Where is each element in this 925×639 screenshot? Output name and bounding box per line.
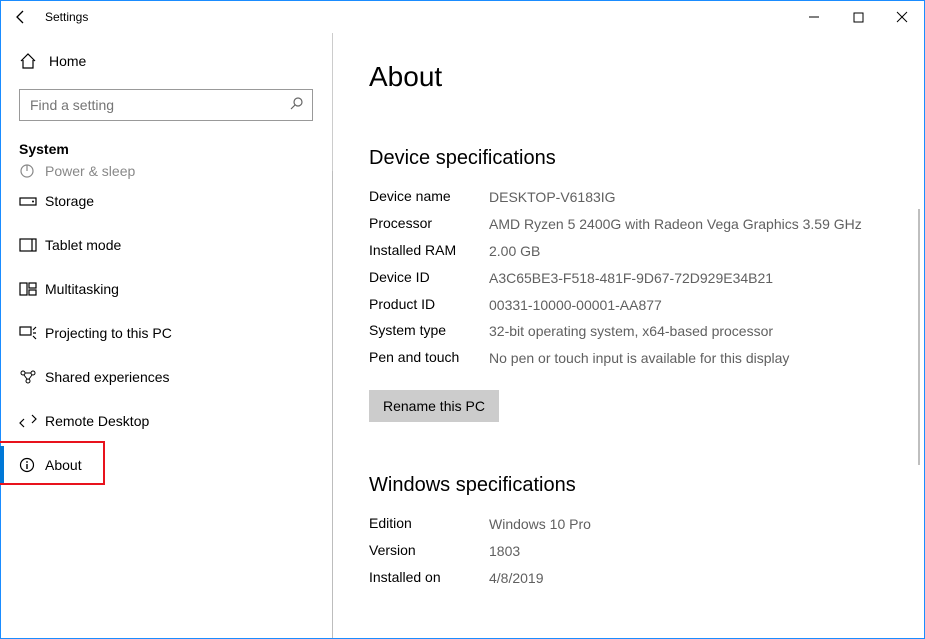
spec-value: Windows 10 Pro bbox=[489, 515, 888, 534]
scroll-indicator[interactable] bbox=[918, 209, 920, 465]
sidebar-item-power-sleep[interactable]: Power & sleep bbox=[1, 161, 331, 179]
minimize-button[interactable] bbox=[792, 1, 836, 33]
sidebar: Home System Power & sleep Storage bbox=[1, 33, 331, 638]
sidebar-item-label: Remote Desktop bbox=[45, 413, 149, 429]
remote-desktop-icon bbox=[19, 413, 45, 429]
spec-label: Version bbox=[369, 542, 489, 561]
sidebar-item-tablet-mode[interactable]: Tablet mode bbox=[1, 223, 331, 267]
home-icon bbox=[19, 52, 43, 70]
search-input[interactable] bbox=[19, 89, 313, 121]
tablet-icon bbox=[19, 238, 45, 252]
windows-specs-heading: Windows specifications bbox=[369, 474, 888, 497]
spec-value: 32-bit operating system, x64-based proce… bbox=[489, 322, 888, 341]
window-controls bbox=[792, 1, 924, 33]
sidebar-nav: Power & sleep Storage Tablet mode Multit… bbox=[1, 161, 331, 487]
sidebar-item-multitasking[interactable]: Multitasking bbox=[1, 267, 331, 311]
spec-label: Device ID bbox=[369, 269, 489, 288]
sidebar-item-remote-desktop[interactable]: Remote Desktop bbox=[1, 399, 331, 443]
spec-label: Processor bbox=[369, 215, 489, 234]
search-field[interactable] bbox=[28, 96, 288, 114]
shared-icon bbox=[19, 369, 45, 385]
sidebar-item-label: Projecting to this PC bbox=[45, 325, 172, 341]
projecting-icon bbox=[19, 326, 45, 340]
sidebar-item-shared-experiences[interactable]: Shared experiences bbox=[1, 355, 331, 399]
maximize-button[interactable] bbox=[836, 1, 880, 33]
search-icon bbox=[288, 96, 304, 115]
spec-value: DESKTOP-V6183IG bbox=[489, 188, 888, 207]
sidebar-item-label: Storage bbox=[45, 193, 94, 209]
page-title: About bbox=[369, 61, 888, 93]
spec-value: 4/8/2019 bbox=[489, 569, 888, 588]
sidebar-item-about[interactable]: About bbox=[1, 443, 331, 487]
spec-value: AMD Ryzen 5 2400G with Radeon Vega Graph… bbox=[489, 215, 888, 234]
title-bar: Settings bbox=[1, 1, 924, 33]
spec-label: Product ID bbox=[369, 296, 489, 315]
device-specs-heading: Device specifications bbox=[369, 147, 888, 170]
back-button[interactable] bbox=[1, 1, 41, 33]
spec-label: Edition bbox=[369, 515, 489, 534]
sidebar-item-projecting[interactable]: Projecting to this PC bbox=[1, 311, 331, 355]
spec-value: 1803 bbox=[489, 542, 888, 561]
spec-value: 00331-10000-00001-AA877 bbox=[489, 296, 888, 315]
spec-label: System type bbox=[369, 322, 489, 341]
multitasking-icon bbox=[19, 282, 45, 296]
spec-label: Device name bbox=[369, 188, 489, 207]
sidebar-item-label: About bbox=[45, 457, 82, 473]
power-icon bbox=[19, 163, 45, 179]
info-icon bbox=[19, 457, 45, 473]
sidebar-item-storage[interactable]: Storage bbox=[1, 179, 331, 223]
rename-pc-button[interactable]: Rename this PC bbox=[369, 390, 499, 422]
content-area: About Device specifications Device nameD… bbox=[331, 33, 924, 638]
sidebar-category: System bbox=[19, 141, 313, 157]
spec-label: Installed RAM bbox=[369, 242, 489, 261]
spec-value: 2.00 GB bbox=[489, 242, 888, 261]
sidebar-item-label: Tablet mode bbox=[45, 237, 121, 253]
spec-value: No pen or touch input is available for t… bbox=[489, 349, 888, 368]
sidebar-item-label: Multitasking bbox=[45, 281, 119, 297]
sidebar-item-label: Power & sleep bbox=[45, 163, 135, 179]
storage-icon bbox=[19, 194, 45, 208]
spec-label: Installed on bbox=[369, 569, 489, 588]
sidebar-item-label: Shared experiences bbox=[45, 369, 170, 385]
sidebar-home[interactable]: Home bbox=[19, 43, 313, 79]
close-button[interactable] bbox=[880, 1, 924, 33]
app-title: Settings bbox=[41, 10, 88, 24]
spec-value: A3C65BE3-F518-481F-9D67-72D929E34B21 bbox=[489, 269, 888, 288]
spec-label: Pen and touch bbox=[369, 349, 489, 368]
sidebar-home-label: Home bbox=[43, 53, 86, 69]
